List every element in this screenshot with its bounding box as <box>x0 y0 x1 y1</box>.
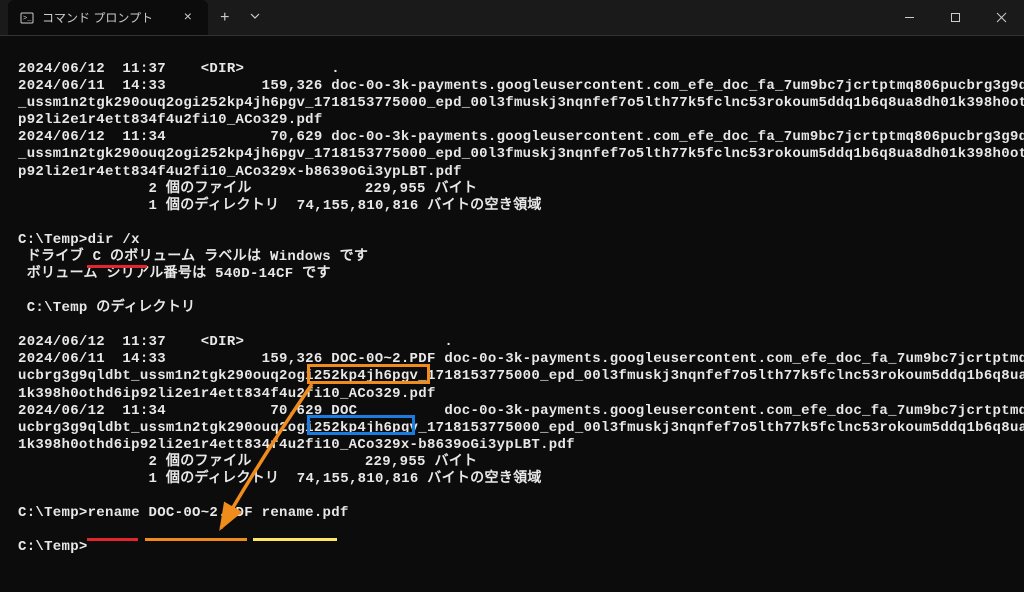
output-line: 2024/06/12 11:34 70,629 DOC doc-0o-3k-pa… <box>18 403 1024 419</box>
output-line: _ussm1n2tgk290ouq2ogi252kp4jh6pgv_171815… <box>18 95 1024 111</box>
prompt-line: C:\Temp> <box>18 539 88 555</box>
tab-title: コマンド プロンプト <box>42 9 172 26</box>
prompt-line: C:\Temp>dir /x <box>18 232 140 248</box>
maximize-button[interactable] <box>932 0 978 35</box>
output-line: 1 個のディレクトリ 74,155,810,816 バイトの空き領域 <box>18 471 542 487</box>
output-line: p92li2e1r4ett834f4u2fi10_ACo329x-b8639oG… <box>18 164 462 180</box>
window-controls <box>886 0 1024 35</box>
output-line: ボリューム シリアル番号は 540D-14CF です <box>18 266 331 282</box>
tab-area: >_ コマンド プロンプト × + <box>0 0 268 35</box>
close-tab-icon[interactable]: × <box>180 10 196 26</box>
output-line: _ussm1n2tgk290ouq2ogi252kp4jh6pgv_171815… <box>18 146 1024 162</box>
output-line: 2024/06/11 14:33 159,326 DOC-0O~2.PDF do… <box>18 351 1024 367</box>
output-line: 2024/06/12 11:37 <DIR> . <box>18 61 340 77</box>
output-line: p92li2e1r4ett834f4u2fi10_ACo329.pdf <box>18 112 323 128</box>
output-line: 2024/06/11 14:33 159,326 doc-0o-3k-payme… <box>18 78 1024 94</box>
tab-command-prompt[interactable]: >_ コマンド プロンプト × <box>8 0 208 35</box>
terminal-icon: >_ <box>20 11 34 25</box>
output-line: 1k398h0othd6ip92li2e1r4ett834f4u2fi10_AC… <box>18 437 575 453</box>
output-line: ドライブ C のボリューム ラベルは Windows です <box>18 249 368 265</box>
output-line: 2 個のファイル 229,955 バイト <box>18 454 477 470</box>
new-tab-button[interactable]: + <box>208 9 242 27</box>
output-line: 2024/06/12 11:37 <DIR> . <box>18 334 453 350</box>
prompt-line: C:\Temp>rename DOC-0O~2.PDF rename.pdf <box>18 505 349 521</box>
close-window-button[interactable] <box>978 0 1024 35</box>
svg-text:>_: >_ <box>23 15 32 23</box>
terminal-output[interactable]: 2024/06/12 11:37 <DIR> . 2024/06/11 14:3… <box>0 36 1024 564</box>
title-bar: >_ コマンド プロンプト × + <box>0 0 1024 36</box>
output-line: 2024/06/12 11:34 70,629 doc-0o-3k-paymen… <box>18 129 1024 145</box>
output-line: ucbrg3g9qldbt_ussm1n2tgk290ouq2ogi252kp4… <box>18 420 1024 436</box>
output-line: 2 個のファイル 229,955 バイト <box>18 181 477 197</box>
output-line: 1 個のディレクトリ 74,155,810,816 バイトの空き領域 <box>18 198 542 214</box>
minimize-button[interactable] <box>886 0 932 35</box>
tab-dropdown-icon[interactable] <box>242 12 268 23</box>
output-line: 1k398h0othd6ip92li2e1r4ett834f4u2fi10_AC… <box>18 386 436 402</box>
output-line: C:\Temp のディレクトリ <box>18 300 195 316</box>
output-line: ucbrg3g9qldbt_ussm1n2tgk290ouq2ogi252kp4… <box>18 368 1024 384</box>
